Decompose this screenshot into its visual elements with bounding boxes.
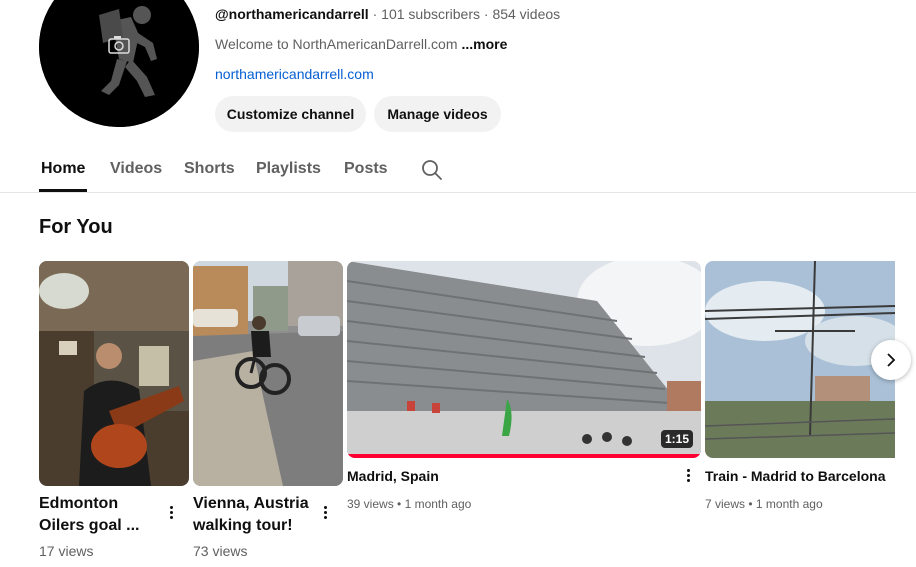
video-meta-train: 7 views • 1 month ago [705,497,823,511]
video-meta-madrid: 39 views • 1 month ago [347,497,471,511]
active-tab-indicator [39,189,87,192]
video-views: 7 views [705,497,746,511]
meta-separator: • [748,497,753,511]
channel-link[interactable]: northamericandarrell.com [215,66,374,82]
video-views: 39 views [347,497,394,511]
short-title-edmonton[interactable]: Edmonton Oilers goal ... [39,493,159,537]
video-age: 1 month ago [404,497,472,511]
tab-shorts[interactable]: Shorts [184,160,235,178]
channel-handle: @northamericandarrell [215,6,369,22]
channel-info-line: @northamericandarrell · 101 subscribers … [215,6,560,22]
video-age: 1 month ago [755,497,823,511]
description-text: Welcome to NorthAmericanDarrell.com [215,36,458,52]
meta-separator: • [397,497,402,511]
tab-playlists[interactable]: Playlists [256,160,321,178]
more-actions-icon[interactable] [680,463,696,487]
section-title: For You [39,216,113,238]
more-actions-icon[interactable] [163,500,179,524]
more-actions-icon[interactable] [317,500,333,524]
tab-home[interactable]: Home [41,160,85,178]
short-thumbnail-vienna[interactable] [193,261,343,486]
video-duration: 1:15 [660,430,693,448]
chevron-right-icon [887,353,896,367]
channel-tabs: Home Videos Shorts Playlists Posts [0,144,916,193]
short-views-vienna: 73 views [193,543,248,559]
watch-progress-bar [347,454,701,458]
video-thumbnail-train[interactable] [705,261,895,458]
short-thumbnail-edmonton[interactable] [39,261,189,486]
tab-videos[interactable]: Videos [110,160,162,178]
short-title-vienna[interactable]: Vienna, Austria walking tour! [193,493,313,537]
subscriber-count: 101 subscribers [381,6,480,22]
video-title-train[interactable]: Train - Madrid to Barcelona [705,468,885,484]
customize-channel-button[interactable]: Customize channel [215,96,366,132]
channel-description[interactable]: Welcome to NorthAmericanDarrell.com ...mo… [215,36,507,52]
separator: · [483,6,489,22]
carousel-next-button[interactable] [871,340,911,380]
search-icon[interactable] [420,158,444,182]
hiker-icon [39,0,199,127]
manage-videos-button[interactable]: Manage videos [374,96,501,132]
channel-avatar[interactable] [39,0,199,127]
video-thumbnail-madrid[interactable]: 1:15 [347,261,701,458]
more-link[interactable]: ...more [461,36,507,52]
video-count: 854 videos [492,6,561,22]
separator: · [372,6,378,22]
tab-posts[interactable]: Posts [344,160,388,178]
video-title-madrid[interactable]: Madrid, Spain [347,468,439,484]
short-views-edmonton: 17 views [39,543,94,559]
